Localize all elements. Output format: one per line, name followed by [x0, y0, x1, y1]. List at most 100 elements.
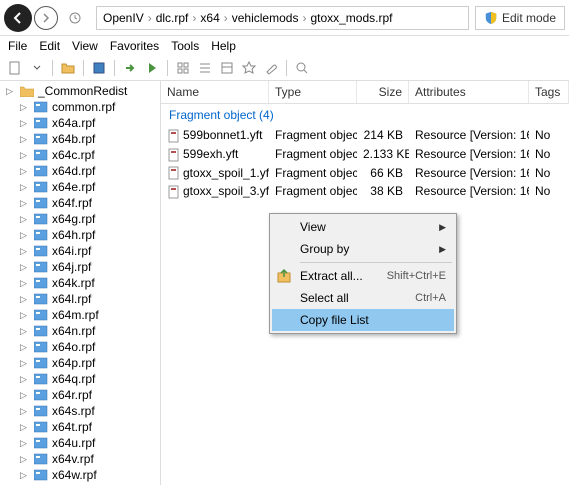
- back-button[interactable]: [4, 4, 32, 32]
- breadcrumb-item[interactable]: dlc.rpf: [156, 11, 189, 25]
- arrow-left-icon: [11, 11, 25, 25]
- expand-icon[interactable]: ▷: [20, 118, 30, 129]
- expand-icon[interactable]: ▷: [20, 406, 30, 417]
- tree-item[interactable]: ▷x64a.rpf: [0, 115, 160, 131]
- breadcrumb-item[interactable]: x64: [200, 11, 219, 25]
- menu-file[interactable]: File: [8, 39, 27, 53]
- tree-item[interactable]: ▷x64g.rpf: [0, 211, 160, 227]
- expand-icon[interactable]: ▷: [6, 86, 16, 97]
- tree-item[interactable]: ▷x64t.rpf: [0, 419, 160, 435]
- tree-item[interactable]: ▷x64m.rpf: [0, 307, 160, 323]
- expand-icon[interactable]: ▷: [20, 134, 30, 145]
- menu-view[interactable]: View: [72, 39, 98, 53]
- expand-icon[interactable]: ▷: [20, 150, 30, 161]
- file-row[interactable]: gtoxx_spoil_1.yftFragment object66 KBRes…: [161, 164, 569, 183]
- search-button[interactable]: [293, 59, 311, 77]
- expand-icon[interactable]: ▷: [20, 310, 30, 321]
- expand-icon[interactable]: ▷: [20, 294, 30, 305]
- ctx-copy-file-list[interactable]: Copy file List: [272, 309, 454, 331]
- run-button[interactable]: [143, 59, 161, 77]
- tree-item[interactable]: ▷x64b.rpf: [0, 131, 160, 147]
- tree-item[interactable]: ▷x64r.rpf: [0, 387, 160, 403]
- tree-item[interactable]: ▷x64w.rpf: [0, 467, 160, 483]
- column-type[interactable]: Type: [269, 81, 357, 103]
- expand-icon[interactable]: ▷: [20, 198, 30, 209]
- expand-icon[interactable]: ▷: [20, 390, 30, 401]
- tree-item[interactable]: ▷x64d.rpf: [0, 163, 160, 179]
- menu-edit[interactable]: Edit: [39, 39, 60, 53]
- ctx-select-all-label: Select all: [300, 291, 415, 305]
- detail-button[interactable]: [218, 59, 236, 77]
- edit-mode-button[interactable]: Edit mode: [475, 6, 565, 30]
- tree-item[interactable]: ▷x64o.rpf: [0, 339, 160, 355]
- nav-history-button[interactable]: [60, 3, 90, 33]
- file-row[interactable]: gtoxx_spoil_3.yftFragment object38 KBRes…: [161, 182, 569, 201]
- tree-item[interactable]: ▷common.rpf: [0, 99, 160, 115]
- expand-icon[interactable]: ▷: [20, 166, 30, 177]
- file-row[interactable]: 599bonnet1.yftFragment object214 KBResou…: [161, 126, 569, 145]
- expand-icon[interactable]: ▷: [20, 470, 30, 481]
- expand-icon[interactable]: ▷: [20, 326, 30, 337]
- list-button[interactable]: [196, 59, 214, 77]
- ctx-view-label: View: [300, 220, 439, 234]
- menu-tools[interactable]: Tools: [171, 39, 199, 53]
- column-size[interactable]: Size: [357, 81, 409, 103]
- menu-help[interactable]: Help: [211, 39, 236, 53]
- expand-icon[interactable]: ▷: [20, 246, 30, 257]
- menu-favorites[interactable]: Favorites: [110, 39, 159, 53]
- favorites-button[interactable]: [240, 59, 258, 77]
- expand-icon[interactable]: ▷: [20, 102, 30, 113]
- folder-tree[interactable]: ▷_CommonRedist▷common.rpf▷x64a.rpf▷x64b.…: [0, 81, 161, 485]
- ctx-view[interactable]: View ▶: [272, 216, 454, 238]
- tree-item[interactable]: ▷x64f.rpf: [0, 195, 160, 211]
- tree-item[interactable]: ▷x64q.rpf: [0, 371, 160, 387]
- group-header[interactable]: Fragment object (4): [161, 104, 569, 126]
- expand-icon[interactable]: ▷: [20, 278, 30, 289]
- ctx-group-by[interactable]: Group by ▶: [272, 238, 454, 260]
- column-attributes[interactable]: Attributes: [409, 81, 529, 103]
- file-row[interactable]: 599exh.yftFragment object2.133 KBResourc…: [161, 145, 569, 164]
- expand-icon[interactable]: ▷: [20, 342, 30, 353]
- tree-item[interactable]: ▷x64i.rpf: [0, 243, 160, 259]
- tree-item[interactable]: ▷User documents - GTA V: [0, 483, 160, 485]
- tree-item[interactable]: ▷_CommonRedist: [0, 83, 160, 99]
- tree-item[interactable]: ▷x64s.rpf: [0, 403, 160, 419]
- tree-item[interactable]: ▷x64k.rpf: [0, 275, 160, 291]
- tree-item[interactable]: ▷x64c.rpf: [0, 147, 160, 163]
- column-tags[interactable]: Tags: [529, 81, 569, 103]
- ctx-select-all[interactable]: Select all Ctrl+A: [272, 287, 454, 309]
- expand-icon[interactable]: ▷: [20, 454, 30, 465]
- tree-item[interactable]: ▷x64n.rpf: [0, 323, 160, 339]
- expand-icon[interactable]: ▷: [20, 230, 30, 241]
- open-button[interactable]: [59, 59, 77, 77]
- tree-item[interactable]: ▷x64e.rpf: [0, 179, 160, 195]
- tools-button[interactable]: [262, 59, 280, 77]
- grid-button[interactable]: [174, 59, 192, 77]
- forward-button[interactable]: [34, 6, 58, 30]
- column-name[interactable]: Name: [161, 81, 269, 103]
- expand-icon[interactable]: ▷: [20, 214, 30, 225]
- breadcrumb-item[interactable]: OpenIV: [103, 11, 144, 25]
- breadcrumb-item[interactable]: vehiclemods: [232, 11, 299, 25]
- expand-icon[interactable]: ▷: [20, 358, 30, 369]
- tree-item[interactable]: ▷x64l.rpf: [0, 291, 160, 307]
- tree-item[interactable]: ▷x64v.rpf: [0, 451, 160, 467]
- expand-icon[interactable]: ▷: [20, 422, 30, 433]
- export-button[interactable]: [121, 59, 139, 77]
- tree-item[interactable]: ▷x64j.rpf: [0, 259, 160, 275]
- expand-icon[interactable]: ▷: [20, 182, 30, 193]
- save-button[interactable]: [90, 59, 108, 77]
- breadcrumb-item[interactable]: gtoxx_mods.rpf: [310, 11, 392, 25]
- tree-item[interactable]: ▷x64u.rpf: [0, 435, 160, 451]
- tree-item[interactable]: ▷x64h.rpf: [0, 227, 160, 243]
- expand-icon[interactable]: ▷: [20, 374, 30, 385]
- expand-icon[interactable]: ▷: [20, 262, 30, 273]
- new-button[interactable]: [6, 59, 24, 77]
- expand-icon[interactable]: ▷: [20, 438, 30, 449]
- breadcrumb[interactable]: OpenIV› dlc.rpf› x64› vehiclemods› gtoxx…: [96, 6, 469, 30]
- tree-item[interactable]: ▷x64p.rpf: [0, 355, 160, 371]
- chevron-right-icon: ›: [302, 11, 306, 25]
- dropdown-button[interactable]: [28, 59, 46, 77]
- column-headers: Name Type Size Attributes Tags: [161, 81, 569, 104]
- ctx-extract-all[interactable]: Extract all... Shift+Ctrl+E: [272, 265, 454, 287]
